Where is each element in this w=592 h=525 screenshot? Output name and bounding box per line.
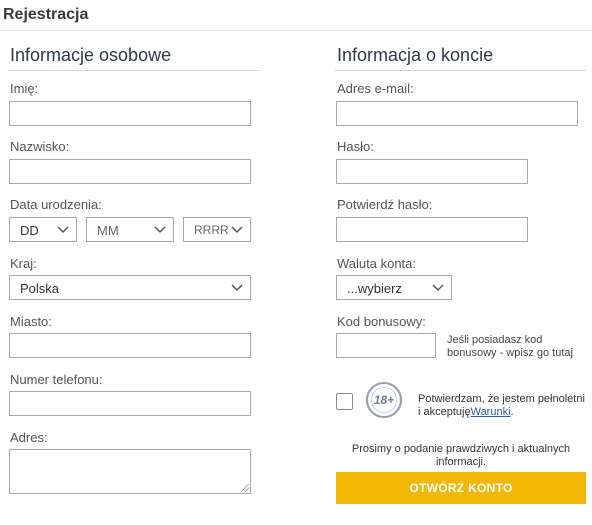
terms-checkbox[interactable] (336, 393, 353, 410)
password-label: Hasło: (337, 139, 374, 154)
terms-text: Potwierdzam, że jestem pełnoletni i akce… (418, 393, 588, 419)
currency-value: ...wybierz (347, 281, 402, 296)
currency-label: Waluta konta: (337, 256, 417, 271)
info-note: Prosimy o podanie prawdziwych i aktualny… (351, 443, 571, 468)
birth-month-value: MM (97, 223, 119, 238)
birthdate-label: Data urodzenia: (10, 197, 102, 212)
chevron-down-icon (231, 284, 243, 292)
last-name-input[interactable] (9, 159, 251, 184)
birth-year-select[interactable]: RRRR (183, 217, 251, 242)
country-label: Kraj: (10, 256, 37, 271)
birth-month-select[interactable]: MM (86, 217, 174, 242)
page-title: Rejestracja (3, 6, 89, 23)
country-select[interactable]: Polska (9, 275, 251, 300)
first-name-label: Imię: (10, 81, 39, 96)
city-input[interactable] (9, 333, 251, 358)
last-name-label: Nazwisko: (10, 139, 70, 154)
age-18-badge: 18+ (366, 382, 402, 418)
email-label: Adres e-mail: (337, 81, 414, 96)
password-input[interactable] (336, 159, 528, 184)
first-name-input[interactable] (9, 101, 251, 126)
confirm-password-input[interactable] (336, 217, 528, 242)
personal-section-divider (8, 70, 259, 71)
phone-input[interactable] (9, 391, 251, 416)
birth-day-value: DD (20, 223, 39, 238)
bonus-code-input[interactable] (336, 333, 436, 358)
email-input[interactable] (336, 101, 578, 126)
phone-label: Numer telefonu: (10, 372, 103, 387)
birth-year-value: RRRR (194, 223, 229, 237)
currency-select[interactable]: ...wybierz (336, 275, 452, 300)
terms-link[interactable]: Warunki (471, 406, 511, 418)
bonus-code-hint: Jeśli posiadasz kod bonusowy - wpisz go … (447, 334, 573, 359)
bonus-code-label: Kod bonusowy: (337, 314, 426, 329)
header-bar: Rejestracja (0, 0, 592, 31)
resize-handle[interactable] (241, 484, 249, 492)
address-textarea[interactable] (9, 449, 251, 494)
chevron-down-icon (432, 284, 444, 292)
city-label: Miasto: (10, 314, 52, 329)
chevron-down-icon (57, 226, 69, 234)
open-account-button[interactable]: OTWÓRZ KONTO (336, 472, 586, 504)
birth-day-select[interactable]: DD (9, 217, 77, 242)
account-section-heading: Informacja o koncie (337, 45, 494, 65)
age-18-icon: 18+ (371, 387, 397, 413)
chevron-down-icon (154, 226, 166, 234)
confirm-password-label: Potwierdź hasło: (337, 197, 433, 212)
terms-period: . (510, 406, 514, 418)
address-label: Adres: (10, 430, 48, 445)
personal-section-heading: Informacje osobowe (10, 45, 172, 65)
country-value: Polska (20, 281, 60, 296)
account-section-divider (335, 70, 586, 71)
chevron-down-icon (231, 226, 243, 234)
